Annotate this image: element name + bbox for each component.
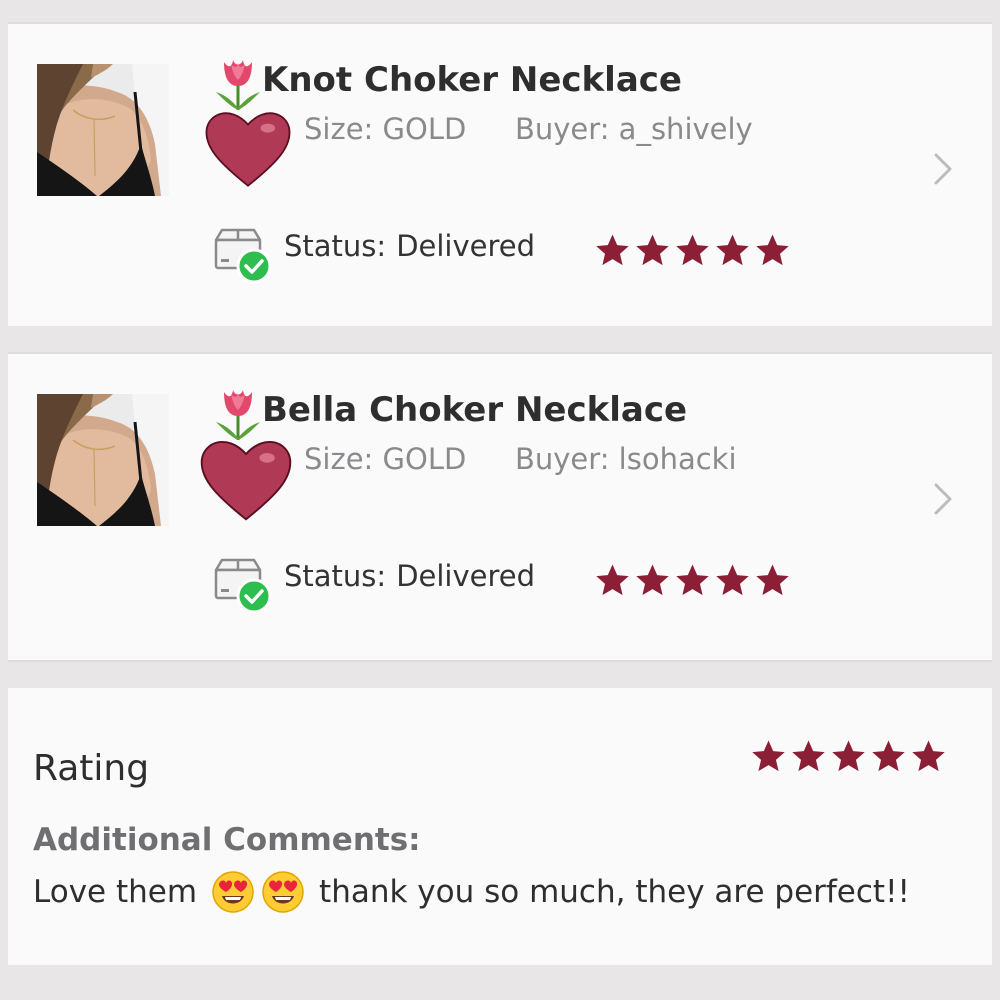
- star-icon: [674, 562, 711, 599]
- star-icon: [714, 232, 751, 269]
- status-value: Delivered: [396, 229, 536, 263]
- delivered-box-icon: [208, 226, 272, 284]
- star-icon: [830, 738, 867, 775]
- star-icon: [910, 738, 947, 775]
- star-icon: [634, 232, 671, 269]
- heart-eyes-emoji-icon: [261, 870, 305, 914]
- product-thumbnail[interactable]: [37, 64, 169, 196]
- order-card[interactable]: Bella Choker Necklace Size: GOLD Buyer: …: [8, 352, 992, 662]
- rating-label: Rating: [33, 748, 150, 789]
- status-label: Status:: [284, 559, 387, 593]
- order-status: Status: Delivered: [284, 559, 535, 593]
- star-icon: [594, 562, 631, 599]
- product-thumbnail[interactable]: [37, 394, 169, 526]
- tulip-icon: [212, 54, 264, 112]
- status-label: Status:: [284, 229, 387, 263]
- star-icon: [754, 232, 791, 269]
- comments-label: Additional Comments:: [33, 822, 421, 858]
- order-status: Status: Delivered: [284, 229, 535, 263]
- star-rating: [594, 232, 791, 269]
- chevron-right-icon[interactable]: [928, 149, 958, 189]
- comment-text-end: thank you so much, they are perfect!!: [319, 874, 910, 910]
- star-icon: [870, 738, 907, 775]
- star-icon: [750, 738, 787, 775]
- buyer-name: Buyer: a_shively: [515, 112, 753, 146]
- product-size: Size: GOLD: [304, 112, 467, 146]
- heart-icon: [203, 106, 293, 188]
- product-title: Bella Choker Necklace: [262, 390, 688, 430]
- star-icon: [714, 562, 751, 599]
- review-section: Rating Additional Comments: Love them th…: [8, 688, 992, 965]
- order-card[interactable]: Knot Choker Necklace Size: GOLD Buyer: a…: [8, 22, 992, 326]
- star-icon: [674, 232, 711, 269]
- heart-icon: [198, 434, 294, 522]
- star-icon: [594, 232, 631, 269]
- star-icon: [754, 562, 791, 599]
- star-icon: [790, 738, 827, 775]
- review-comment: Love them thank you so much, they are pe…: [33, 870, 910, 914]
- heart-eyes-emoji-icon: [211, 870, 255, 914]
- star-rating: [594, 562, 791, 599]
- star-icon: [634, 562, 671, 599]
- chevron-right-icon[interactable]: [928, 479, 958, 519]
- buyer-name: Buyer: lsohacki: [515, 442, 737, 476]
- product-title: Knot Choker Necklace: [262, 60, 682, 100]
- delivered-box-icon: [208, 556, 272, 614]
- comment-text-start: Love them: [33, 874, 198, 910]
- status-value: Delivered: [396, 559, 536, 593]
- product-size: Size: GOLD: [304, 442, 467, 476]
- review-star-rating: [750, 738, 947, 775]
